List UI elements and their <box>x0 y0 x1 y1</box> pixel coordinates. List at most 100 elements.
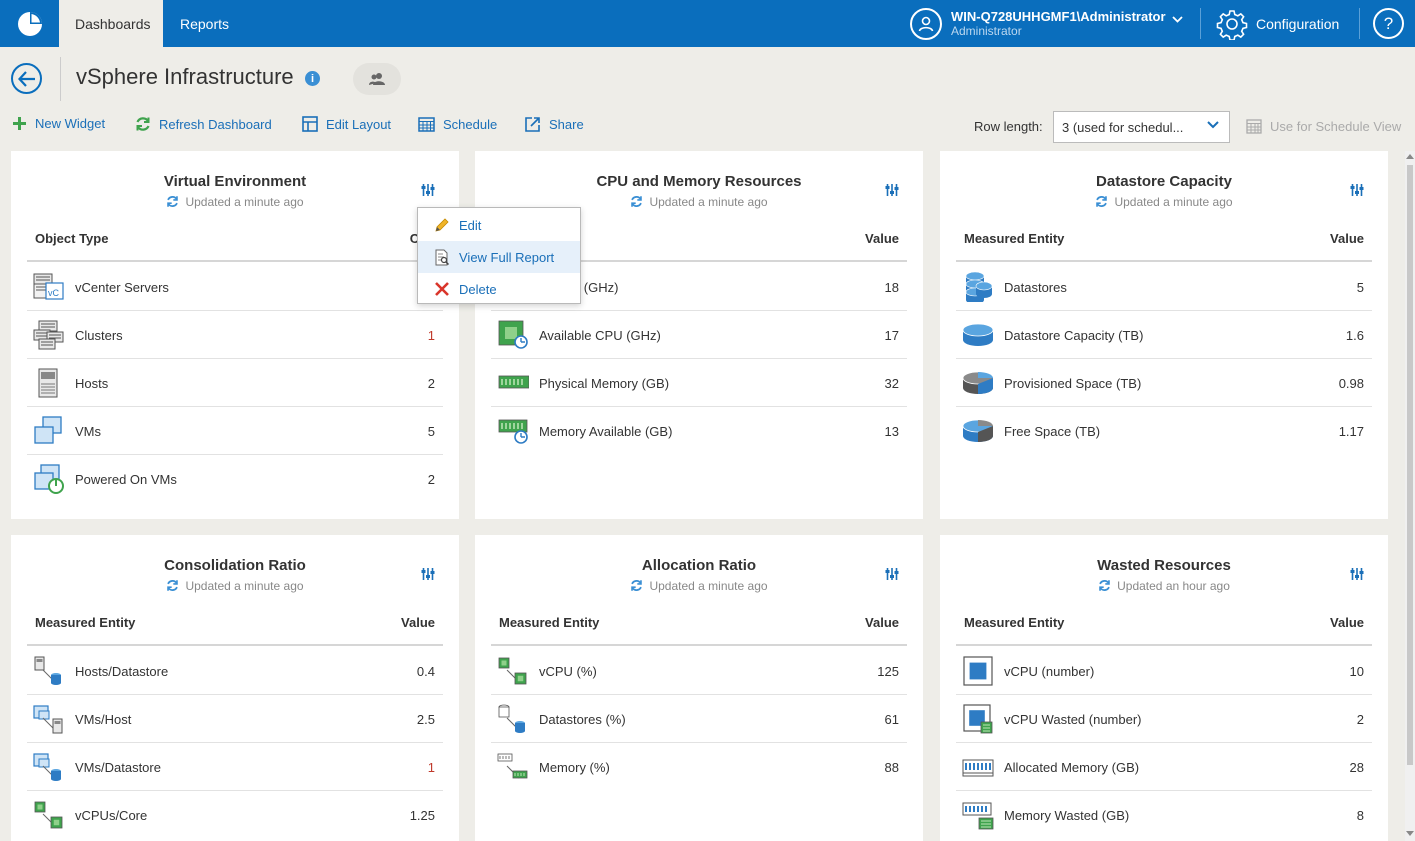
table-row[interactable]: VMs/Host 2.5 <box>27 695 443 743</box>
widget-settings-icon <box>885 184 899 196</box>
row-value: 18 <box>884 280 899 295</box>
scroll-up-arrow-icon[interactable] <box>1406 154 1414 159</box>
info-icon[interactable]: i <box>305 71 320 86</box>
widget-virtual-environment: Virtual Environment Updated a minute ago O… <box>11 151 459 519</box>
svg-text:vC: vC <box>48 288 60 298</box>
row-value: 28 <box>1349 760 1364 775</box>
row-label: vCenter Servers <box>75 280 169 295</box>
widget-settings-button[interactable] <box>885 567 899 586</box>
row-label: VMs/Host <box>75 712 132 727</box>
scroll-down-arrow-icon[interactable] <box>1406 831 1414 836</box>
table-row[interactable]: Powered On VMs 2 <box>27 455 443 503</box>
row-value: 1.6 <box>1345 328 1364 343</box>
widget-settings-button[interactable] <box>885 183 899 202</box>
refresh-icon[interactable] <box>1095 195 1108 208</box>
table-row[interactable]: VMs/Datastore 1 <box>27 743 443 791</box>
row-value: 1 <box>427 328 435 343</box>
memory-wasted-icon <box>962 802 994 830</box>
table-header: Object TypeCou <box>27 229 443 262</box>
back-button[interactable] <box>11 63 42 94</box>
table-row[interactable]: vC vCenter Servers <box>27 263 443 311</box>
table-row[interactable]: Clusters 1 <box>27 311 443 359</box>
refresh-icon[interactable] <box>1098 579 1111 592</box>
column-header-entity: Measured Entity <box>35 615 136 630</box>
tab-reports[interactable]: Reports <box>164 0 245 47</box>
widget-wasted-resources: Wasted Resources Updated an hour ago Measu… <box>940 535 1388 841</box>
table-row[interactable]: Hosts/Datastore 0.4 <box>27 647 443 695</box>
refresh-dashboard-button[interactable]: Refresh Dashboard <box>135 116 272 132</box>
row-value: 2.5 <box>416 712 435 727</box>
use-for-schedule-view-button[interactable]: Use for Schedule View <box>1246 119 1401 134</box>
table-row[interactable]: Datastore Capacity (TB) 1.6 <box>956 311 1372 359</box>
refresh-icon[interactable] <box>166 195 179 208</box>
vcpu-wasted-icon <box>963 704 993 734</box>
provisioned-space-icon <box>962 371 994 394</box>
help-button[interactable]: ? <box>1373 8 1404 39</box>
configuration-button[interactable]: Configuration <box>1216 7 1339 40</box>
table-row[interactable]: Datastores 5 <box>956 263 1372 311</box>
page-scrollbar[interactable] <box>1405 151 1415 841</box>
table-row[interactable]: vCPU (%) 125 <box>491 647 907 695</box>
table-row[interactable]: Available CPU (GHz) 17 <box>491 311 907 359</box>
menu-item-delete-label: Delete <box>459 281 497 297</box>
new-widget-button[interactable]: New Widget <box>12 116 105 131</box>
scrollbar-thumb[interactable] <box>1407 165 1413 765</box>
tab-dashboards[interactable]: Dashboards <box>59 0 163 47</box>
widget-context-menu: Edit View Full Report Delete <box>417 207 581 304</box>
column-header-value: Value <box>1330 231 1364 246</box>
widget-title: Allocation Ratio <box>641 557 757 574</box>
table-row[interactable]: Physical Memory (GB) 32 <box>491 359 907 407</box>
refresh-icon[interactable] <box>630 579 643 592</box>
column-header-value: Value <box>865 615 899 630</box>
widget-settings-icon <box>421 568 435 580</box>
row-value: 10 <box>1349 664 1364 679</box>
available-cpu-icon <box>498 320 528 349</box>
table-row[interactable]: vCPU Wasted (number) 2 <box>956 695 1372 743</box>
table-row[interactable]: Memory Wasted (GB) 8 <box>956 791 1372 839</box>
table-row[interactable]: vCPUs/Core 1.25 <box>27 791 443 839</box>
menu-item-view-full-report[interactable]: View Full Report <box>418 241 580 273</box>
edit-layout-button[interactable]: Edit Layout <box>302 116 391 132</box>
schedule-button[interactable]: Schedule <box>418 116 497 132</box>
table-row[interactable]: Datastores (%) 61 <box>491 695 907 743</box>
row-value: 2 <box>427 472 435 487</box>
table-row[interactable]: vCPU (number) 10 <box>956 647 1372 695</box>
row-length-select[interactable]: 3 (used for schedul... <box>1053 111 1230 143</box>
pencil-icon <box>435 218 449 232</box>
table-row[interactable]: Allocated Memory (GB) 28 <box>956 743 1372 791</box>
free-space-icon <box>962 419 994 442</box>
table-row[interactable]: VMs 5 <box>27 407 443 455</box>
table-row[interactable]: Memory Available (GB) 13 <box>491 407 907 455</box>
use-for-schedule-view-label: Use for Schedule View <box>1270 119 1402 134</box>
widget-settings-button[interactable] <box>1350 567 1364 586</box>
widget-settings-button[interactable] <box>421 567 435 586</box>
row-length-value: 3 (used for schedul... <box>1062 120 1184 135</box>
user-role: Administrator <box>951 24 1022 38</box>
table-row[interactable]: Hosts 2 <box>27 359 443 407</box>
vcpus-core-icon <box>34 801 63 829</box>
app-logo-icon[interactable] <box>0 0 59 47</box>
widget-settings-button[interactable] <box>1350 183 1364 202</box>
row-label: Memory (%) <box>539 760 610 775</box>
widget-updated-text: Updated a minute ago <box>185 195 304 209</box>
widget-settings-button[interactable] <box>421 183 435 202</box>
widget-title: Consolidation Ratio <box>164 557 306 574</box>
widget-consolidation-ratio: Consolidation Ratio Updated a minute ago M… <box>11 535 459 841</box>
datastores-icon <box>965 272 993 302</box>
share-label: Share <box>549 117 584 132</box>
widget-updated-status: Updated an hour ago <box>940 579 1388 593</box>
row-label: Provisioned Space (TB) <box>1004 376 1142 391</box>
configuration-label: Configuration <box>1256 15 1340 32</box>
menu-item-edit[interactable]: Edit <box>418 209 580 241</box>
share-button[interactable]: Share <box>524 116 584 133</box>
table-row[interactable]: Provisioned Space (TB) 0.98 <box>956 359 1372 407</box>
user-menu[interactable]: WIN-Q728UHHGMF1\Administrator Administra… <box>910 6 1183 42</box>
table-row[interactable]: Free Space (TB) 1.17 <box>956 407 1372 455</box>
edit-layout-label: Edit Layout <box>326 116 392 132</box>
menu-item-delete[interactable]: Delete <box>418 273 580 305</box>
shared-users-button[interactable] <box>353 63 401 95</box>
refresh-icon[interactable] <box>166 579 179 592</box>
column-header-value: Value <box>1330 615 1364 630</box>
table-row[interactable]: Memory (%) 88 <box>491 743 907 791</box>
refresh-icon[interactable] <box>630 195 643 208</box>
